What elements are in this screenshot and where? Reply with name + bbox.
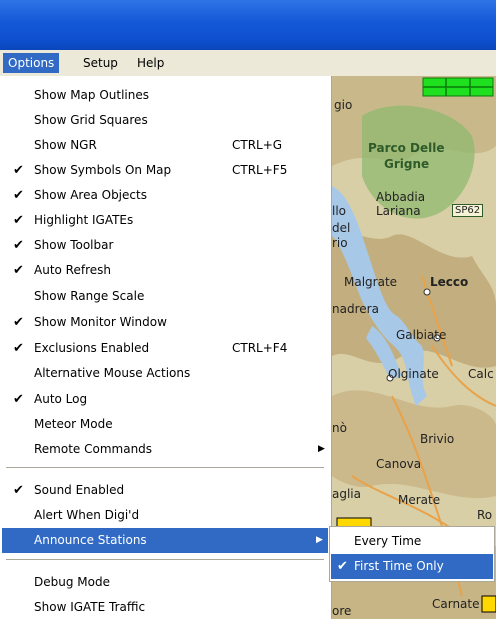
menu-item-show-igate-traffic[interactable]: Show IGATE Traffic — [0, 595, 330, 620]
window-title-bar — [0, 0, 496, 50]
map-label: Galbiate — [396, 328, 447, 342]
submenu-arrow-icon: ▶ — [316, 535, 323, 545]
check-icon: ✔ — [13, 213, 24, 228]
menu-item-label: Alert When Digi'd — [34, 508, 140, 522]
menu-item-label: Remote Commands — [34, 442, 153, 456]
menu-item-debug-mode[interactable]: Debug Mode — [0, 570, 330, 595]
menu-item-label: Show Map Outlines — [34, 88, 149, 102]
menu-item-label: Announce Stations — [34, 533, 147, 547]
menu-item-show-range-scale[interactable]: Show Range Scale — [0, 284, 330, 309]
map-label: Malgrate — [344, 275, 398, 289]
map-label: Ro — [477, 508, 493, 522]
submenu-item-label: First Time Only — [354, 559, 444, 573]
menu-bar: Options Setup Help — [0, 50, 496, 77]
menu-item-label: Auto Refresh — [34, 263, 111, 277]
menu-item-label: Auto Log — [34, 392, 88, 406]
menu-item-shortcut: CTRL+G — [232, 138, 283, 152]
map-label: Olginate — [388, 367, 439, 381]
menu-item-show-monitor-window[interactable]: ✔ Show Monitor Window — [0, 310, 330, 335]
menu-separator — [6, 559, 324, 561]
menu-item-highlight-igates[interactable]: ✔ Highlight IGATEs — [0, 208, 330, 233]
menu-item-auto-refresh[interactable]: ✔ Auto Refresh — [0, 258, 330, 283]
menu-item-show-area-objects[interactable]: ✔ Show Area Objects — [0, 183, 330, 208]
map-label: Grigne — [384, 157, 430, 171]
map-label: nadrera — [332, 302, 379, 316]
announce-stations-submenu: Every Time ✔ First Time Only — [329, 526, 495, 582]
menu-item-auto-log[interactable]: ✔ Auto Log — [0, 387, 330, 412]
menu-item-label: Show Symbols On Map — [34, 163, 172, 177]
map-label: Carnate — [432, 597, 480, 611]
options-menu: Show Map Outlines Show Grid Squares Show… — [0, 76, 332, 619]
check-icon: ✔ — [13, 188, 24, 203]
menu-item-shortcut: CTRL+F4 — [232, 341, 288, 355]
menu-item-exclusions-enabled[interactable]: ✔ Exclusions Enabled CTRL+F4 — [0, 336, 330, 361]
menu-item-meteor-mode[interactable]: Meteor Mode — [0, 412, 330, 437]
menu-item-label: Highlight IGATEs — [34, 213, 134, 227]
menu-item-show-ngr[interactable]: Show NGR CTRL+G — [0, 133, 330, 158]
map-label: Abbadia — [376, 190, 426, 204]
menu-item-label: Alternative Mouse Actions — [34, 366, 191, 380]
map-label: llo — [332, 204, 347, 218]
menu-item-label: Show IGATE Traffic — [34, 600, 146, 614]
check-icon: ✔ — [13, 238, 24, 253]
map-label: gio — [334, 98, 353, 112]
map-label: Lecco — [430, 275, 469, 289]
map-label: aglia — [332, 487, 361, 501]
menu-item-show-grid-squares[interactable]: Show Grid Squares — [0, 108, 330, 133]
menu-item-label: Show Monitor Window — [34, 315, 167, 329]
map-label: Brivio — [420, 432, 455, 446]
menu-item-label: Show Grid Squares — [34, 113, 148, 127]
check-icon: ✔ — [337, 559, 348, 574]
menu-item-show-symbols-on-map[interactable]: ✔ Show Symbols On Map CTRL+F5 — [0, 158, 330, 183]
map-label: Calc — [468, 367, 494, 381]
menu-options[interactable]: Options — [3, 53, 60, 73]
map-label: Merate — [398, 493, 441, 507]
check-icon: ✔ — [13, 163, 24, 178]
map-label: ore — [332, 604, 352, 618]
check-icon: ✔ — [13, 341, 24, 356]
menu-item-label: Show NGR — [34, 138, 97, 152]
check-icon: ✔ — [13, 483, 24, 498]
map-road-sign: SP62 — [452, 204, 484, 217]
check-icon: ✔ — [13, 392, 24, 407]
map-label: rio — [332, 236, 348, 250]
check-icon: ✔ — [13, 315, 24, 330]
menu-setup[interactable]: Setup — [78, 53, 123, 73]
map-label: nò — [332, 421, 347, 435]
menu-item-alert-when-digid[interactable]: Alert When Digi'd — [0, 503, 330, 528]
menu-separator — [6, 467, 324, 469]
check-icon: ✔ — [13, 263, 24, 278]
menu-item-shortcut: CTRL+F5 — [232, 163, 288, 177]
submenu-arrow-icon: ▶ — [318, 444, 325, 454]
map-label: Parco Delle — [368, 141, 445, 155]
menu-item-show-map-outlines[interactable]: Show Map Outlines — [0, 83, 330, 108]
menu-item-label: Show Toolbar — [34, 238, 114, 252]
menu-item-label: Debug Mode — [34, 575, 110, 589]
map-label: del — [332, 221, 351, 235]
menu-item-label: Exclusions Enabled — [34, 341, 150, 355]
menu-item-show-toolbar[interactable]: ✔ Show Toolbar — [0, 233, 330, 258]
menu-item-label: Show Range Scale — [34, 289, 145, 303]
menu-item-label: Show Area Objects — [34, 188, 147, 202]
menu-item-sound-enabled[interactable]: ✔ Sound Enabled — [0, 478, 330, 503]
map-label: Canova — [376, 457, 422, 471]
menu-item-alternative-mouse-actions[interactable]: Alternative Mouse Actions — [0, 361, 330, 386]
submenu-item-label: Every Time — [354, 534, 422, 548]
menu-item-remote-commands[interactable]: Remote Commands ▶ — [0, 437, 330, 462]
submenu-item-first-time-only[interactable]: ✔ First Time Only — [331, 554, 493, 579]
submenu-item-every-time[interactable]: Every Time — [331, 529, 493, 554]
map-label: Lariana — [376, 204, 421, 218]
menu-item-label: Sound Enabled — [34, 483, 125, 497]
menu-item-announce-stations[interactable]: Announce Stations ▶ — [2, 528, 328, 553]
menu-item-label: Meteor Mode — [34, 417, 113, 431]
menu-help[interactable]: Help — [132, 53, 169, 73]
